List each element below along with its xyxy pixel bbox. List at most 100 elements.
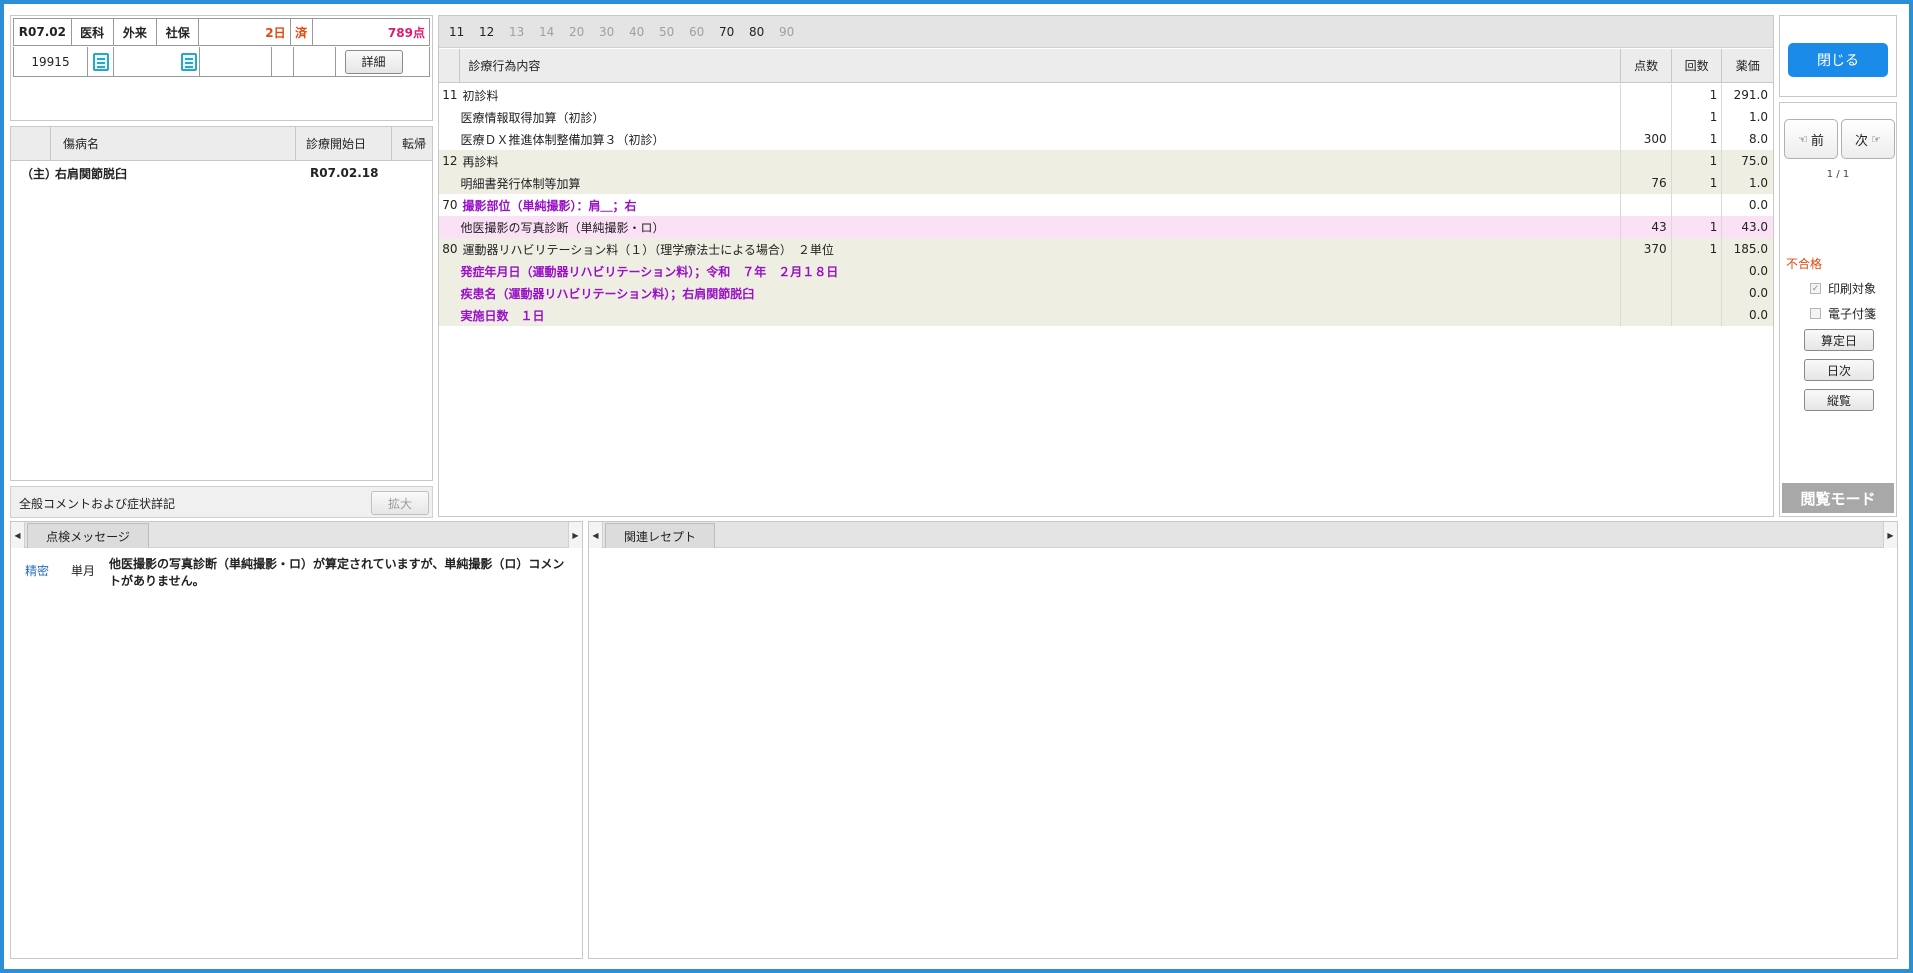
treatment-price: 0.0 [1748, 308, 1769, 322]
scroll-right-icon[interactable]: ▶ [1883, 522, 1897, 548]
treatment-rows: 11 初診料 1 291.0 医療情報取得加算（初診） 1 1.0 医療ＤＸ推進体制整備加算３… [439, 84, 1773, 326]
treatment-name: 医療情報取得加算（初診） [460, 106, 1621, 128]
treatment-price: 291.0 [1733, 88, 1768, 102]
treatment-points [1621, 84, 1672, 106]
calc-day-button[interactable]: 算定日 [1804, 329, 1874, 351]
treatment-points [1621, 106, 1672, 128]
right-panel-controls: ☜ 前 次 ☞ 1 / 1 不合格 ✓ 印刷対象 電子付箋 算定日 日次 縦覧 … [1779, 102, 1897, 517]
treatment-name: 発症年月日（運動器リハビリテーション料）；令和 ７年 ２月１８日 [460, 260, 1621, 282]
related-tab-bar: ◀ 関連レセプト ▶ [589, 522, 1897, 548]
comment-bar: 全般コメントおよび症状詳記 拡大 [10, 486, 433, 518]
treatment-code [439, 282, 460, 304]
tab-category-20: 20 [569, 24, 585, 39]
treatment-code [439, 172, 460, 194]
doc-icon-cell-1[interactable] [88, 47, 114, 76]
document-icon[interactable] [92, 52, 109, 71]
treatment-row[interactable]: 70 撮影部位（単純撮影）：肩＿；右 0.0 [439, 194, 1773, 216]
close-button[interactable]: 閉じる [1788, 43, 1888, 77]
message-scope: 単月 [71, 564, 96, 578]
checkbox-empty-icon[interactable] [1810, 308, 1821, 319]
tab-category-12[interactable]: 12 [479, 25, 509, 39]
treatment-header: 診療行為内容 点数 回数 薬価 [439, 49, 1773, 83]
prev-button[interactable]: ☜ 前 [1784, 119, 1838, 159]
treatment-name: 運動器リハビリテーション料（１）（理学療法士による場合） ２単位 [460, 238, 1621, 260]
page-indicator: 1 / 1 [1826, 169, 1850, 180]
treatment-row[interactable]: 医療ＤＸ推進体制整備加算３（初診） 300 1 8.0 [439, 128, 1773, 150]
next-button[interactable]: 次 ☞ [1841, 119, 1895, 159]
treatment-code [439, 260, 460, 282]
receipt-header: R07.02 医科 外来 社保 2日 済 789点 19915 詳細 [10, 15, 433, 121]
print-target-checkbox[interactable]: ✓ 印刷対象 [1810, 280, 1876, 297]
tab-category-80[interactable]: 80 [749, 25, 779, 39]
treatment-price: 1.0 [1748, 176, 1769, 190]
treatment-name: 再診料 [460, 150, 1621, 172]
disease-row[interactable]: （主） 右肩関節脱臼 R07.02.18 [11, 163, 432, 183]
treatment-row[interactable]: 発症年月日（運動器リハビリテーション料）；令和 ７年 ２月１８日 0.0 [439, 260, 1773, 282]
detail-button[interactable]: 詳細 [344, 49, 403, 74]
treatment-row[interactable]: 80 運動器リハビリテーション料（１）（理学療法士による場合） ２単位 370 1 18… [439, 238, 1773, 260]
hand-right-icon: ☞ [1871, 132, 1881, 146]
treatment-row[interactable]: 実施日数 １日 0.0 [439, 304, 1773, 326]
tab-category-70[interactable]: 70 [719, 25, 749, 39]
tab-related-receipts[interactable]: 関連レセプト [605, 523, 715, 548]
treatment-points [1621, 194, 1672, 216]
treatment-name: 医療ＤＸ推進体制整備加算３（初診） [460, 128, 1621, 150]
scroll-right-icon[interactable]: ▶ [568, 522, 582, 548]
disease-list: 傷病名 診療開始日 転帰 （主） 右肩関節脱臼 R07.02.18 [10, 126, 433, 481]
treatment-code [439, 304, 460, 326]
check-message-row[interactable]: 精密 単月 他医撮影の写真診断（単純撮影・ロ）が算定されていますが、単純撮影（ロ… [11, 550, 582, 588]
treatment-row[interactable]: 医療情報取得加算（初診） 1 1.0 [439, 106, 1773, 128]
treatment-row[interactable]: 明細書発行体制等加算 76 1 1.0 [439, 172, 1773, 194]
doc-icon-cell-2[interactable] [114, 47, 200, 76]
treatment-points [1621, 150, 1672, 172]
header-empty-cell-2 [272, 47, 294, 76]
checkbox-checked-icon[interactable]: ✓ [1810, 283, 1821, 294]
header-dept: 医科 [72, 19, 114, 45]
treatment-price: 0.0 [1748, 264, 1769, 278]
e-tag-checkbox[interactable]: 電子付箋 [1810, 305, 1876, 322]
disease-col-start: 診療開始日 [296, 127, 392, 160]
treatment-row[interactable]: 11 初診料 1 291.0 [439, 84, 1773, 106]
header-row-1: R07.02 医科 外来 社保 2日 済 789点 [13, 18, 430, 46]
scroll-left-icon[interactable]: ◀ [11, 522, 25, 548]
treatment-panel: 11 12 13 14 20 30 40 50 60 70 80 90 診療行為内容 点数 回数 薬価… [438, 15, 1774, 517]
next-label: 次 [1855, 133, 1869, 149]
patient-id: 19915 [14, 47, 88, 76]
treatment-count [1672, 282, 1723, 304]
expand-button[interactable]: 拡大 [371, 491, 429, 515]
treatment-price: 43.0 [1741, 220, 1769, 234]
treatment-points [1621, 282, 1672, 304]
treatment-code: 12 [442, 154, 458, 168]
header-empty-cell-3 [294, 47, 336, 76]
document-icon[interactable] [181, 52, 197, 71]
prev-label: 前 [1810, 133, 1824, 149]
treatment-name: 初診料 [460, 84, 1621, 106]
treatment-row[interactable]: 疾患名（運動器リハビリテーション料）；右肩関節脱臼 0.0 [439, 282, 1773, 304]
hand-left-icon: ☜ [1798, 132, 1808, 146]
treatment-price: 8.0 [1748, 132, 1769, 146]
treatment-count: 1 [1672, 172, 1723, 194]
treatment-count: 1 [1672, 216, 1723, 238]
treatment-price: 0.0 [1748, 198, 1768, 212]
tab-category-11[interactable]: 11 [449, 25, 479, 39]
treatment-row[interactable]: 12 再診料 1 75.0 [439, 150, 1773, 172]
daily-button[interactable]: 日次 [1804, 359, 1874, 381]
scroll-left-icon[interactable]: ◀ [589, 522, 603, 548]
tab-category-50: 50 [659, 24, 675, 39]
treatment-row[interactable]: 他医撮影の写真診断（単純撮影・ロ） 43 1 43.0 [439, 216, 1773, 238]
treatment-points: 76 [1621, 172, 1672, 194]
vertical-view-button[interactable]: 縦覧 [1804, 389, 1874, 411]
treatment-col-price: 薬価 [1735, 59, 1760, 73]
treatment-points: 43 [1621, 216, 1672, 238]
treatment-code: 80 [442, 242, 458, 256]
header-empty-cell-1 [200, 47, 272, 76]
disease-outcome [392, 163, 432, 183]
disease-start-date: R07.02.18 [310, 166, 379, 180]
check-tab-bar: ◀ 点検メッセージ ▶ [11, 522, 582, 548]
tab-category-40: 40 [629, 24, 645, 39]
treatment-price: 185.0 [1733, 242, 1768, 256]
check-message-panel: ◀ 点検メッセージ ▶ 精密 単月 他医撮影の写真診断（単純撮影・ロ）が算定され… [10, 521, 583, 959]
tab-category-90: 90 [779, 24, 795, 39]
treatment-count: 1 [1672, 106, 1723, 128]
tab-check-messages[interactable]: 点検メッセージ [27, 523, 149, 548]
